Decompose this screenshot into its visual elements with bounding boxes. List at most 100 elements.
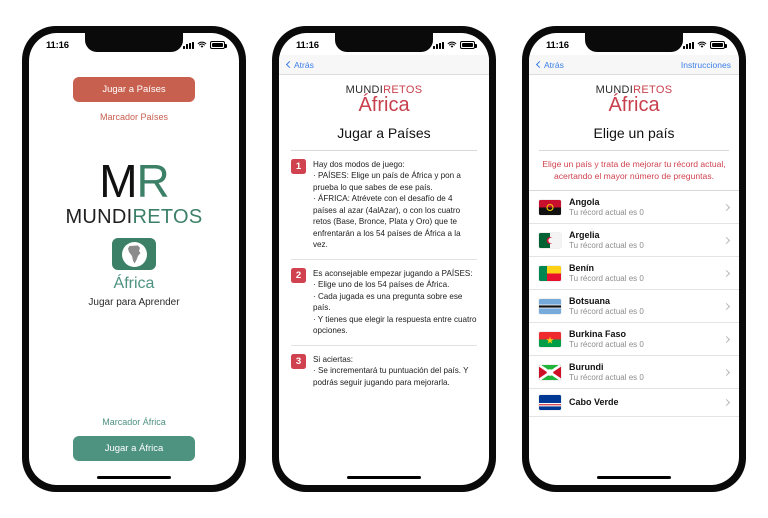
- step-number: 1: [291, 159, 306, 174]
- flag-burkina-faso: [539, 331, 561, 347]
- country-meta: Argelia Tu récord actual es 0: [569, 230, 716, 250]
- status-time: 11:16: [296, 39, 319, 51]
- back-label: Atrás: [294, 59, 314, 70]
- chevron-left-icon: [285, 60, 294, 69]
- back-button[interactable]: Atrás: [535, 59, 564, 70]
- battery-icon: [460, 41, 477, 49]
- wifi-icon: [197, 41, 207, 48]
- phone-2-instructions: 11:16 Atrás MUNDIRETOS África Jugar a Pa…: [272, 26, 496, 492]
- list-item[interactable]: Angola Tu récord actual es 0: [529, 191, 739, 225]
- logo-letter-r: R: [136, 155, 170, 207]
- africa-silhouette-icon: [127, 245, 140, 263]
- country-name: Angola: [569, 197, 600, 208]
- region-title: África: [113, 275, 155, 292]
- country-meta: Benín Tu récord actual es 0: [569, 263, 716, 283]
- phone-1-screen: 11:16 Jugar a Países Marcador Países MR: [29, 33, 239, 485]
- country-meta: Botsuana Tu récord actual es 0: [569, 296, 716, 316]
- notch: [335, 33, 433, 52]
- country-score: Tu récord actual es 0: [569, 340, 644, 350]
- play-countries-button[interactable]: Jugar a Países: [73, 77, 195, 102]
- page-title: Jugar a Países: [291, 125, 477, 151]
- instruction-step: 1 Hay dos modos de juego: · PAÍSES: Elig…: [291, 151, 477, 260]
- country-score: Tu récord actual es 0: [569, 241, 644, 251]
- back-label: Atrás: [544, 59, 564, 70]
- africa-icon-circle: [121, 241, 147, 267]
- country-score: Tu récord actual es 0: [569, 274, 644, 284]
- status-icons: [683, 41, 727, 49]
- wordmark: MUNDIRETOS: [65, 206, 202, 229]
- status-icons: [433, 41, 477, 49]
- battery-icon: [710, 41, 727, 49]
- country-meta: Burkina Faso Tu récord actual es 0: [569, 329, 716, 349]
- instruction-step: 3 Si aciertas: · Se incrementará tu punt…: [291, 346, 477, 396]
- wordmark-mundi: MUNDI: [65, 206, 133, 228]
- country-name: Botsuana: [569, 296, 611, 307]
- step-number: 2: [291, 267, 306, 283]
- flag-angola: [539, 199, 561, 215]
- chevron-right-icon: [722, 335, 731, 343]
- country-meta: Cabo Verde: [569, 397, 716, 408]
- chevron-right-icon: [722, 269, 731, 277]
- scoreboard-africa-link[interactable]: Marcador África: [102, 417, 166, 427]
- step-text: Hay dos modos de juego: · PAÍSES: Elige …: [313, 160, 461, 250]
- list-item[interactable]: Cabo Verde: [529, 389, 739, 418]
- chevron-right-icon: [722, 236, 731, 244]
- status-time: 11:16: [46, 39, 69, 51]
- africa-map-icon: [112, 238, 156, 270]
- brand-region: África: [358, 94, 410, 116]
- hint-text: Elige un país y trata de mejorar tu réco…: [529, 151, 739, 192]
- page-title: Elige un país: [539, 125, 729, 151]
- signal-icon: [683, 41, 694, 49]
- play-africa-button[interactable]: Jugar a África: [73, 436, 195, 461]
- flag-botsuana: [539, 298, 561, 314]
- chevron-right-icon: [722, 368, 731, 376]
- country-score: Tu récord actual es 0: [569, 208, 644, 218]
- list-item[interactable]: Argelia Tu récord actual es 0: [529, 224, 739, 258]
- wordmark-retos: RETOS: [132, 206, 203, 228]
- scoreboard-countries-link[interactable]: Marcador Países: [100, 112, 168, 122]
- screenshot-stage: 11:16 Jugar a Países Marcador Países MR: [0, 0, 768, 518]
- status-time: 11:16: [546, 39, 569, 51]
- notch: [85, 33, 183, 52]
- chevron-right-icon: [722, 203, 731, 211]
- list-item[interactable]: Botsuana Tu récord actual es 0: [529, 290, 739, 324]
- step-number: 3: [291, 353, 306, 369]
- battery-icon: [210, 41, 227, 49]
- status-icons: [183, 41, 227, 49]
- phone-2-screen: 11:16 Atrás MUNDIRETOS África Jugar a Pa…: [279, 33, 489, 485]
- list-item[interactable]: Burundi Tu récord actual es 0: [529, 356, 739, 390]
- chevron-left-icon: [535, 60, 544, 69]
- chevron-right-icon: [722, 302, 731, 310]
- back-button[interactable]: Atrás: [285, 59, 314, 70]
- home-indicator[interactable]: [597, 476, 671, 479]
- logo-letter-m: M: [99, 155, 137, 207]
- signal-icon: [433, 41, 444, 49]
- country-score: Tu récord actual es 0: [569, 307, 644, 317]
- wifi-icon: [447, 41, 457, 48]
- list-item[interactable]: Burkina Faso Tu récord actual es 0: [529, 323, 739, 357]
- phone-1-home: 11:16 Jugar a Países Marcador Países MR: [22, 26, 246, 492]
- signal-icon: [183, 41, 194, 49]
- logo-mark: MR: [99, 155, 170, 207]
- notch: [585, 33, 683, 52]
- instruction-step: 2 Es aconsejable empezar jugando a PAÍSE…: [291, 260, 477, 346]
- nav-bar: Atrás: [279, 55, 489, 75]
- country-score: Tu récord actual es 0: [569, 373, 644, 383]
- country-meta: Angola Tu récord actual es 0: [569, 197, 716, 217]
- home-indicator[interactable]: [347, 476, 421, 479]
- instructions-link[interactable]: Instrucciones: [681, 60, 731, 70]
- country-list: Angola Tu récord actual es 0 Argelia Tu …: [529, 191, 739, 418]
- nav-bar: Atrás Instrucciones: [529, 55, 739, 75]
- country-name: Burundi: [569, 362, 604, 373]
- step-text: Es aconsejable empezar jugando a PAÍSES:…: [313, 268, 477, 336]
- country-meta: Burundi Tu récord actual es 0: [569, 362, 716, 382]
- list-item[interactable]: Benín Tu récord actual es 0: [529, 257, 739, 291]
- country-page-header: MUNDIRETOS África Elige un país: [529, 75, 739, 151]
- chevron-right-icon: [722, 399, 731, 407]
- instructions-content: MUNDIRETOS África Jugar a Países 1 Hay d…: [279, 75, 489, 485]
- wifi-icon: [697, 41, 707, 48]
- country-name: Burkina Faso: [569, 329, 627, 340]
- country-name: Cabo Verde: [569, 397, 619, 408]
- home-indicator[interactable]: [97, 476, 171, 479]
- country-name: Benín: [569, 263, 595, 274]
